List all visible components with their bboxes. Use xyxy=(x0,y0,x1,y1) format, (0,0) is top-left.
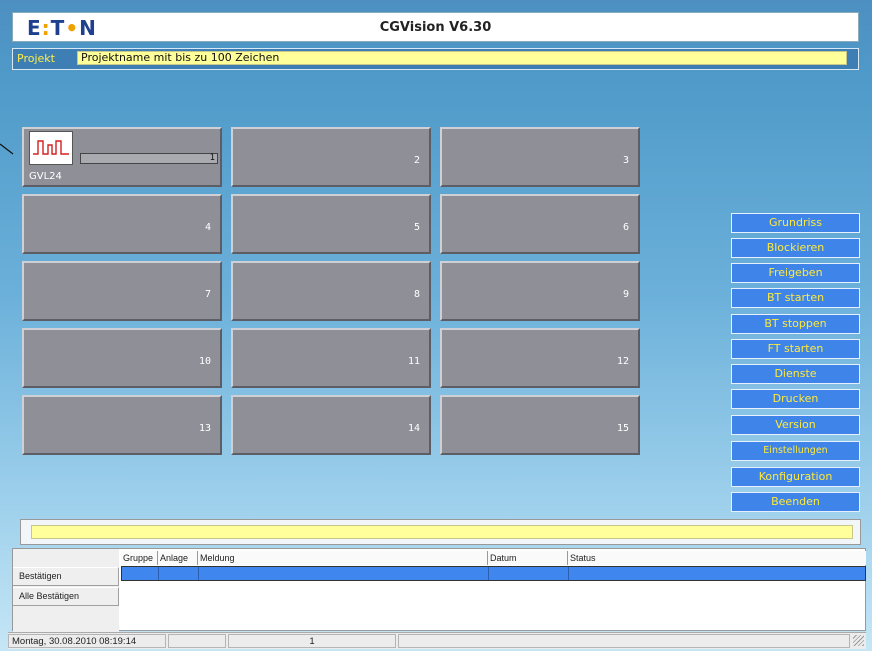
column-header-anlage[interactable]: Anlage xyxy=(158,551,198,565)
tile-number: 15 xyxy=(616,423,629,434)
device-tile-1[interactable]: 1 GVL24 1 xyxy=(22,127,222,187)
tile-number: 14 xyxy=(407,423,420,434)
tile-number: 8 xyxy=(413,289,420,300)
column-header-gruppe[interactable]: Gruppe xyxy=(121,551,158,565)
tile-number: 2 xyxy=(413,155,420,166)
bt-starten-button[interactable]: BT starten xyxy=(731,288,860,308)
tile-number: 7 xyxy=(204,289,211,300)
device-tile-13[interactable]: 13 xyxy=(22,395,222,455)
grundriss-button[interactable]: Grundriss xyxy=(731,213,860,233)
confirm-all-button[interactable]: Alle Bestätigen xyxy=(13,587,119,606)
device-tile-8[interactable]: 8 xyxy=(231,261,431,321)
device-name: GVL24 xyxy=(29,171,62,182)
status-field xyxy=(168,634,226,648)
device-tile-7[interactable]: 7 xyxy=(22,261,222,321)
message-count: 1 xyxy=(228,634,396,648)
device-tile-15[interactable]: 15 xyxy=(440,395,640,455)
alarm-panel: Bestätigen Alle Bestätigen Gruppe Anlage… xyxy=(12,548,866,632)
project-bar: Projekt Projektname mit bis zu 100 Zeich… xyxy=(12,48,859,70)
alarm-table-header: Gruppe Anlage Meldung Datum Status xyxy=(121,551,866,565)
tile-number: 4 xyxy=(204,222,211,233)
confirm-button[interactable]: Bestätigen xyxy=(13,567,119,586)
status-bar: Montag, 30.08.2010 08:19:14 1 xyxy=(8,632,866,649)
tile-number: 11 xyxy=(407,356,420,367)
drucken-button[interactable]: Drucken xyxy=(731,389,860,409)
table-cell xyxy=(199,567,489,580)
tile-number: 6 xyxy=(622,222,629,233)
dienste-button[interactable]: Dienste xyxy=(731,364,860,384)
tile-number: 3 xyxy=(622,155,629,166)
table-cell xyxy=(159,567,199,580)
device-tile-9[interactable]: 9 xyxy=(440,261,640,321)
table-cell xyxy=(122,567,159,580)
device-tile-12[interactable]: 12 xyxy=(440,328,640,388)
alarm-actions: Bestätigen Alle Bestätigen xyxy=(13,549,119,632)
device-tile-11[interactable]: 11 xyxy=(231,328,431,388)
table-cell xyxy=(489,567,569,580)
resize-grip-icon[interactable] xyxy=(853,635,864,646)
table-row[interactable] xyxy=(121,566,866,581)
column-header-meldung[interactable]: Meldung xyxy=(198,551,488,565)
status-field xyxy=(398,634,850,648)
beenden-button[interactable]: Beenden xyxy=(731,492,860,512)
project-label: Projekt xyxy=(17,52,55,65)
datetime-display: Montag, 30.08.2010 08:19:14 xyxy=(8,634,166,648)
bt-stoppen-button[interactable]: BT stoppen xyxy=(731,314,860,334)
tile-number: 13 xyxy=(198,423,211,434)
tile-number: 5 xyxy=(413,222,420,233)
title-bar: E:T•N CGVision V6.30 xyxy=(12,12,859,42)
device-tile-5[interactable]: 5 xyxy=(231,194,431,254)
device-tile-3[interactable]: 3 xyxy=(440,127,640,187)
einstellungen-button[interactable]: Einstellungen xyxy=(731,441,860,461)
tile-number: 9 xyxy=(622,289,629,300)
signal-wave-icon xyxy=(29,131,73,165)
device-tile-4[interactable]: 4 xyxy=(22,194,222,254)
tile-number: 12 xyxy=(616,356,629,367)
device-tile-2[interactable]: 2 xyxy=(231,127,431,187)
progress-value: 1 xyxy=(209,153,215,163)
progress-bar: 1 xyxy=(80,153,218,164)
device-tile-6[interactable]: 6 xyxy=(440,194,640,254)
freigeben-button[interactable]: Freigeben xyxy=(731,263,860,283)
device-tile-14[interactable]: 14 xyxy=(231,395,431,455)
konfiguration-button[interactable]: Konfiguration xyxy=(731,467,860,487)
device-tile-10[interactable]: 10 xyxy=(22,328,222,388)
app-title: CGVision V6.30 xyxy=(379,20,492,35)
project-name-field[interactable]: Projektname mit bis zu 100 Zeichen xyxy=(77,51,847,65)
message-bar xyxy=(20,519,861,545)
tile-number: 10 xyxy=(198,356,211,367)
blockieren-button[interactable]: Blockieren xyxy=(731,238,860,258)
column-header-status[interactable]: Status xyxy=(568,551,866,565)
ft-starten-button[interactable]: FT starten xyxy=(731,339,860,359)
message-field xyxy=(31,525,853,539)
arrow-icon xyxy=(0,143,14,155)
version-button[interactable]: Version xyxy=(731,415,860,435)
column-header-datum[interactable]: Datum xyxy=(488,551,568,565)
